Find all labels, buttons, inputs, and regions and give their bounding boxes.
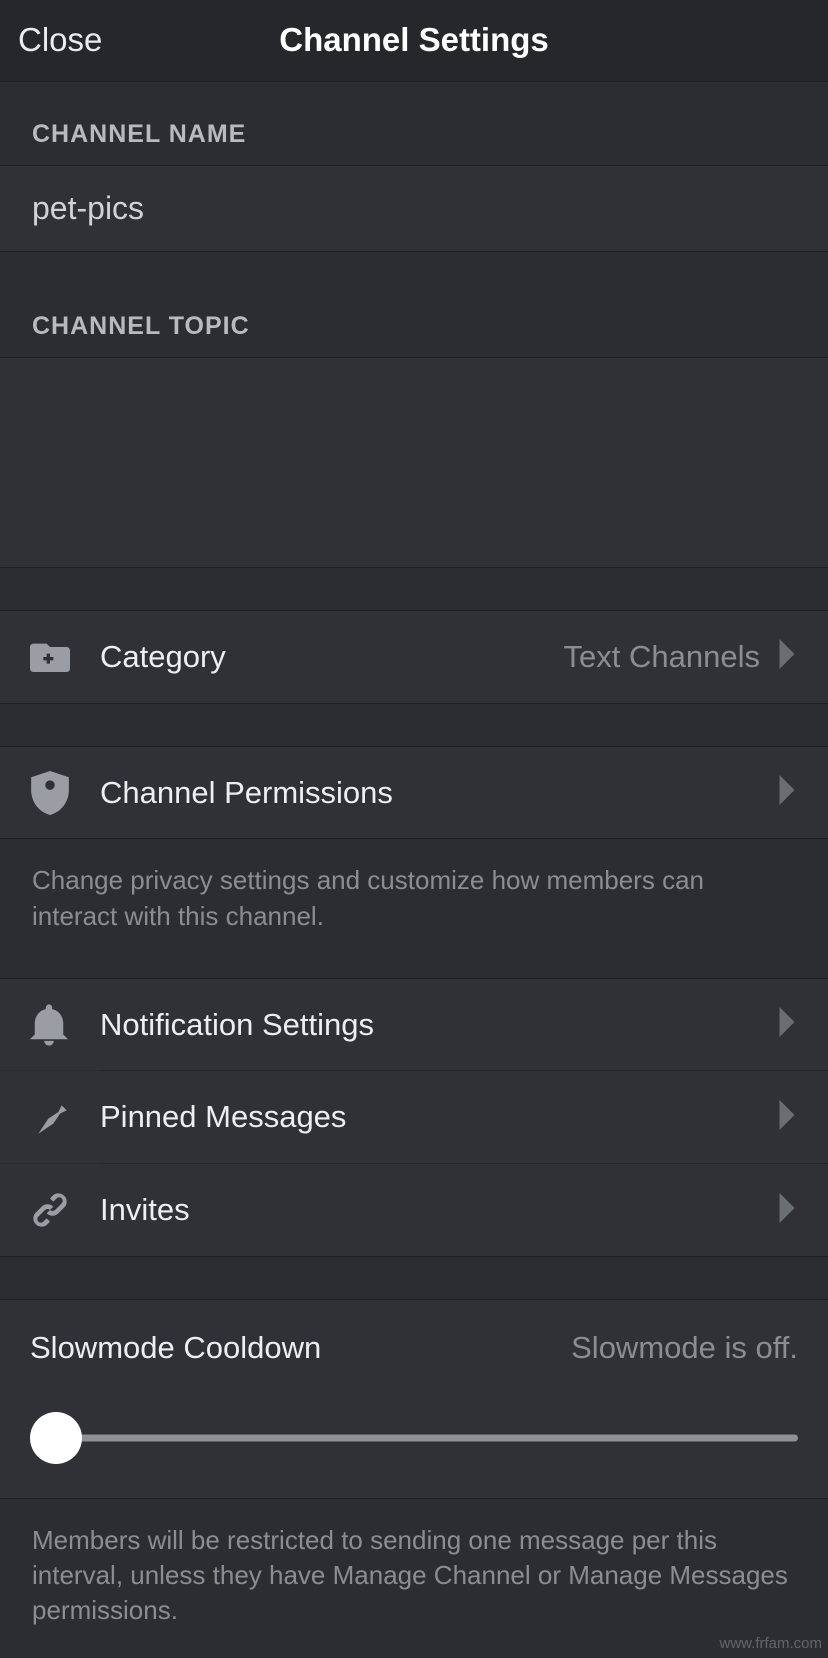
permissions-help-text: Change privacy settings and customize ho…: [0, 839, 828, 977]
link-icon: [30, 1190, 100, 1230]
chevron-right-icon: [776, 1193, 798, 1228]
row-pinned-label: Pinned Messages: [100, 1099, 346, 1135]
chevron-right-icon: [776, 639, 798, 674]
row-permissions-label: Channel Permissions: [100, 775, 393, 811]
chevron-right-icon: [776, 1100, 798, 1135]
watermark: www.frfam.com: [719, 1635, 822, 1652]
row-notifications-label: Notification Settings: [100, 1007, 374, 1043]
channel-name-label: CHANNEL NAME: [0, 82, 828, 165]
slowmode-section: Slowmode Cooldown Slowmode is off.: [0, 1300, 828, 1498]
row-permissions[interactable]: Channel Permissions: [0, 747, 828, 839]
page-title: Channel Settings: [0, 21, 828, 59]
slowmode-slider[interactable]: [30, 1412, 798, 1464]
channel-name-input[interactable]: [32, 190, 796, 227]
chevron-right-icon: [776, 1007, 798, 1042]
row-invites[interactable]: Invites: [0, 1164, 828, 1256]
channel-name-row[interactable]: [0, 166, 828, 251]
close-button[interactable]: Close: [18, 21, 102, 59]
row-category-label: Category: [100, 639, 226, 675]
row-category-value: Text Channels: [564, 639, 760, 675]
header: Close Channel Settings: [0, 0, 828, 82]
bell-icon: [30, 1004, 100, 1046]
channel-topic-label: CHANNEL TOPIC: [0, 252, 828, 357]
slowmode-title: Slowmode Cooldown: [30, 1330, 321, 1366]
folder-plus-icon: [30, 640, 100, 674]
slider-track: [56, 1434, 798, 1441]
channel-topic-input[interactable]: [0, 358, 828, 567]
pin-icon: [30, 1097, 100, 1137]
chevron-right-icon: [776, 775, 798, 810]
slowmode-help-text: Members will be restricted to sending on…: [0, 1499, 828, 1658]
shield-user-icon: [30, 771, 100, 815]
row-pinned[interactable]: Pinned Messages: [0, 1071, 828, 1163]
slowmode-status: Slowmode is off.: [571, 1330, 798, 1366]
row-invites-label: Invites: [100, 1192, 190, 1228]
slider-thumb[interactable]: [30, 1412, 82, 1464]
row-category[interactable]: Category Text Channels: [0, 611, 828, 703]
row-notifications[interactable]: Notification Settings: [0, 979, 828, 1071]
